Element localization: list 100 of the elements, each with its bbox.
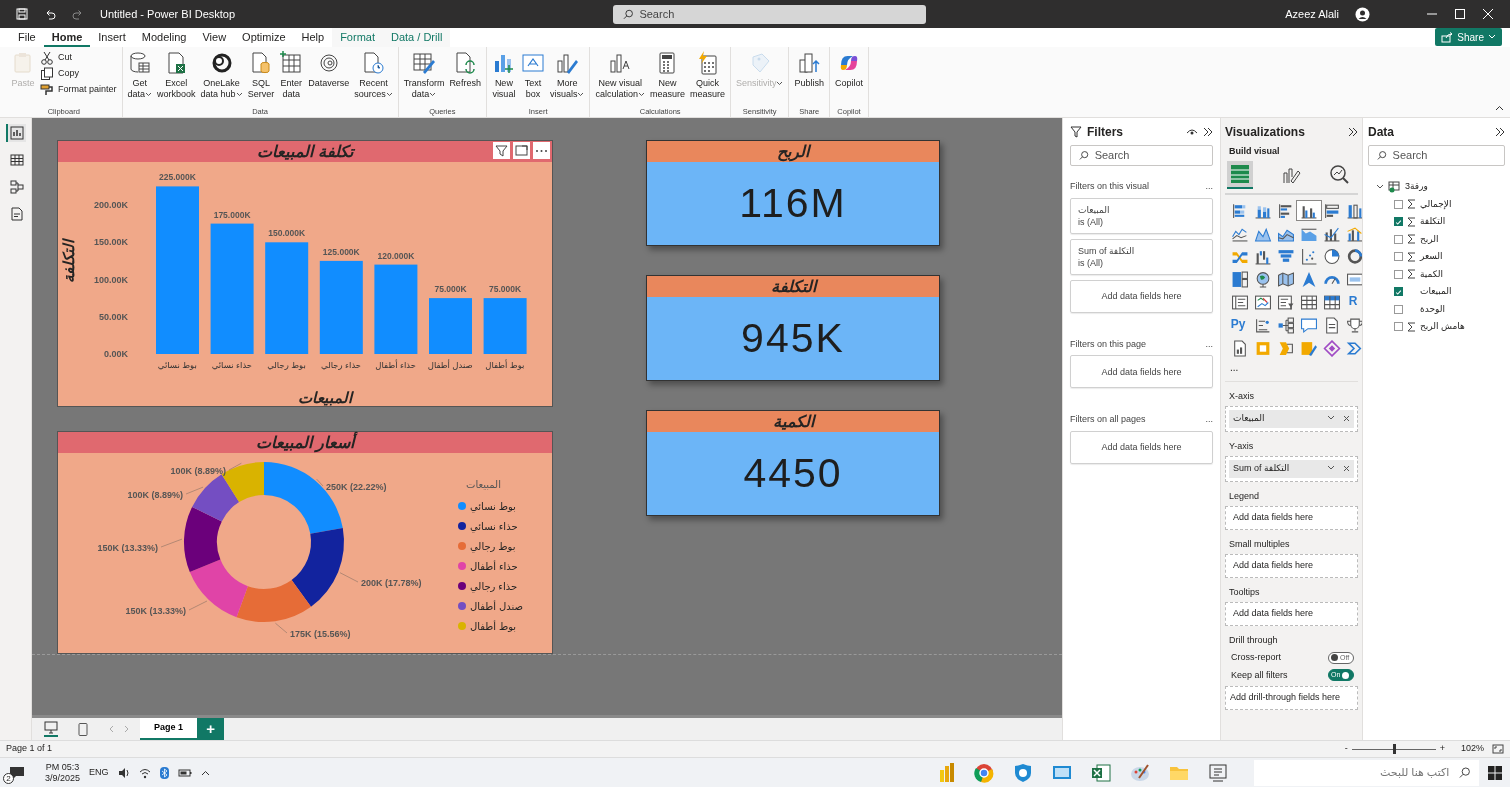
save-icon[interactable] <box>16 8 28 20</box>
ribbon-button[interactable]: New visual <box>489 51 518 106</box>
ribbon-button[interactable]: Recent sources <box>352 51 395 106</box>
menu-tab[interactable]: File <box>10 28 44 47</box>
field-name[interactable]: الكمية <box>1420 267 1443 281</box>
search-box[interactable]: Search <box>1070 145 1213 166</box>
menu-tab[interactable]: Help <box>293 28 333 47</box>
filter-icon[interactable] <box>493 142 510 159</box>
shield-icon[interactable] <box>1012 761 1034 784</box>
eye-icon[interactable] <box>1186 127 1198 137</box>
ribbon-button[interactable]: More visuals <box>547 51 587 106</box>
collapse-icon[interactable] <box>1495 105 1504 111</box>
zoom-out-button[interactable]: - <box>1344 742 1348 756</box>
desktop-icon[interactable] <box>44 721 58 737</box>
bluetooth-icon[interactable] <box>159 766 169 779</box>
browser-icon[interactable] <box>973 761 995 784</box>
table-name[interactable]: ورقة3 <box>1405 180 1428 194</box>
more-options-button[interactable]: ... <box>1205 180 1213 194</box>
ribbon-button[interactable]: Transform data <box>401 51 447 106</box>
checkbox[interactable] <box>1394 322 1403 332</box>
ribbon-button[interactable]: New visual calculation <box>593 51 647 106</box>
collapse-icon[interactable] <box>1348 127 1358 137</box>
redo-icon[interactable] <box>72 8 84 20</box>
add-page-button[interactable]: + <box>197 718 225 740</box>
chevron-icon[interactable] <box>1327 465 1335 472</box>
menu-tab[interactable]: Data / Drill <box>383 28 451 47</box>
search-field[interactable]: اكتب هنا للبحث <box>1262 763 1452 782</box>
drop-zone[interactable]: Add data fields here <box>1070 279 1213 313</box>
speaker-icon[interactable] <box>117 766 130 779</box>
drop-zone[interactable]: Add drill-through fields here <box>1225 686 1358 710</box>
field-pill[interactable]: Sum of التكلفة <box>1229 460 1354 478</box>
drop-zone[interactable]: Add data fields here <box>1070 355 1213 388</box>
drop-zone[interactable]: Add data fields here <box>1225 602 1358 626</box>
drop-zone[interactable]: Add data fields here <box>1070 430 1213 464</box>
drop-zone[interactable]: Add data fields here <box>1225 506 1358 530</box>
field-pill[interactable]: المبيعات <box>1229 410 1354 428</box>
menu-tab[interactable]: Optimize <box>234 28 294 47</box>
checkbox[interactable] <box>1394 269 1403 279</box>
ribbon-button[interactable]: Dataverse <box>306 51 352 106</box>
collapse-icon[interactable] <box>1495 127 1505 137</box>
script-visual-button[interactable]: Py <box>1228 315 1248 333</box>
remove-icon[interactable] <box>1343 415 1350 423</box>
windows-logo-icon[interactable] <box>1488 765 1502 780</box>
field-name[interactable]: هامش الربح <box>1420 320 1465 334</box>
more-options-button[interactable]: ... <box>1205 337 1213 351</box>
ribbon-button[interactable]: SQL Server <box>245 51 277 106</box>
checkbox[interactable] <box>1394 287 1403 297</box>
checkbox[interactable] <box>1394 217 1403 227</box>
more-options-icon[interactable] <box>533 142 550 159</box>
slider-thumb[interactable] <box>1392 744 1396 754</box>
zoom-slider[interactable] <box>1351 744 1436 754</box>
checkbox[interactable] <box>1394 199 1403 209</box>
collapse-icon[interactable] <box>1203 127 1213 137</box>
menu-tab[interactable]: View <box>194 28 235 47</box>
ribbon-button[interactable]: Format painter <box>38 83 119 97</box>
wifi-icon[interactable] <box>138 766 151 779</box>
script-visual-button[interactable]: R <box>1343 292 1362 310</box>
ribbon-button[interactable]: Quick measure <box>687 51 727 106</box>
task-view-icon[interactable] <box>1207 761 1229 784</box>
field-name[interactable]: السعر <box>1420 250 1443 264</box>
ribbon-button[interactable]: New measure <box>647 51 687 106</box>
ribbon-button[interactable]: Copy <box>38 67 119 81</box>
chevron-up-icon[interactable] <box>200 769 210 776</box>
search-field[interactable]: Search <box>639 5 916 23</box>
search-field[interactable]: Search <box>1392 147 1496 164</box>
ribbon-button[interactable]: Copilot <box>833 51 866 106</box>
spreadsheet-icon[interactable] <box>1090 761 1112 784</box>
menu-tab[interactable]: Modeling <box>133 28 195 47</box>
search-field[interactable]: Search <box>1094 147 1204 164</box>
ribbon-button[interactable]: Enter data <box>277 51 306 106</box>
close-icon[interactable] <box>1482 8 1494 20</box>
more-options-button[interactable]: ... <box>1205 413 1213 427</box>
field-name[interactable]: الإجمالي <box>1420 197 1452 211</box>
checkbox[interactable] <box>1394 234 1403 244</box>
field-name[interactable]: التكلفة <box>1420 215 1446 229</box>
menu-tab[interactable]: Insert <box>90 28 134 47</box>
menu-tab[interactable]: Format <box>332 28 383 47</box>
focus-mode-icon[interactable] <box>513 142 530 159</box>
battery-icon[interactable] <box>177 767 192 778</box>
search-box[interactable]: اكتب هنا للبحث <box>1254 759 1479 786</box>
report-view-icon[interactable] <box>5 124 26 142</box>
checkbox[interactable] <box>1394 304 1403 314</box>
ribbon-button[interactable]: Publish <box>792 51 826 106</box>
clustered-column-chart-icon[interactable] <box>1297 200 1321 220</box>
build-visual-icon[interactable] <box>1227 160 1253 189</box>
page-tab[interactable]: Page 1 <box>140 718 198 740</box>
search-box[interactable]: Search <box>1368 145 1505 166</box>
chevron-icon[interactable] <box>1327 415 1335 422</box>
checkbox[interactable] <box>1394 252 1403 262</box>
fit-page-icon[interactable] <box>1492 744 1504 754</box>
diamond-icon[interactable] <box>1320 338 1344 358</box>
field-name[interactable]: الوحدة <box>1420 302 1445 316</box>
undo-icon[interactable] <box>44 8 56 20</box>
ribbon-button[interactable]: Excel workbook <box>155 51 198 106</box>
chevron-icon[interactable] <box>1376 183 1384 190</box>
field-name[interactable]: الربح <box>1420 232 1439 246</box>
ribbon-button[interactable]: Cut <box>38 51 119 65</box>
ribbon-button[interactable]: Get data <box>125 51 155 106</box>
more-visuals-button[interactable]: ... <box>1225 357 1358 382</box>
ribbon-button[interactable]: Refresh <box>447 51 483 106</box>
